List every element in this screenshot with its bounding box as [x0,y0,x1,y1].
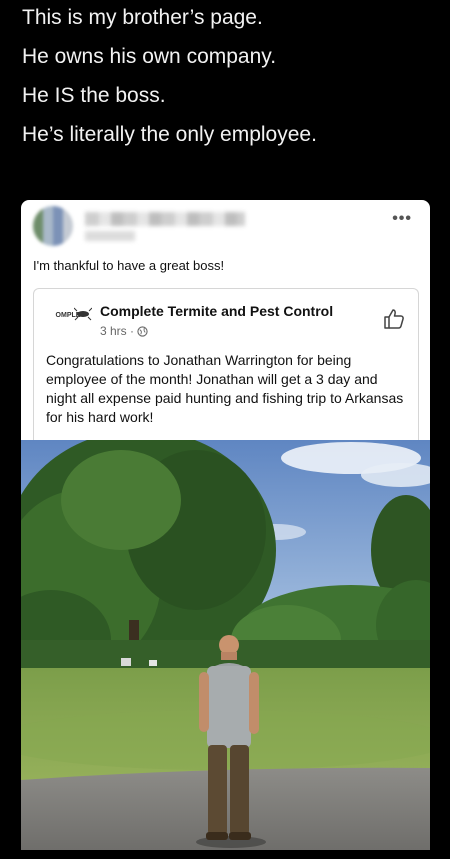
termite-icon [74,307,92,321]
poster-meta-blurred [85,231,135,241]
post-photo[interactable] [21,440,430,850]
post-text: I'm thankful to have a great boss! [33,258,225,273]
poster-name-blurred[interactable] [85,212,245,226]
shared-post: OMPLE Complete Termite and Pest Control … [33,288,419,441]
post-body: Congratulations to Jonathan Warrington f… [46,352,404,425]
caption-line-2: He owns his own company. [22,45,277,68]
avatar[interactable] [33,206,73,246]
post-time[interactable]: 3 hrs · [100,324,134,338]
company-logo[interactable]: OMPLE [44,305,92,325]
poster-header: ••• [33,206,418,248]
caption-line-1: This is my brother’s page. [22,6,263,29]
post-meta: 3 hrs · [100,324,148,338]
like-icon[interactable] [382,307,406,331]
caption: This is my brother’s page. He owns his o… [22,6,442,162]
caption-line-4: He’s literally the only employee. [22,123,317,146]
globe-icon [137,325,148,337]
page-name-link[interactable]: Complete Termite and Pest Control [100,303,333,319]
caption-line-3: He IS the boss. [22,84,166,107]
post-card: ••• I'm thankful to have a great boss! O… [21,200,430,850]
more-horizontal-icon[interactable]: ••• [392,210,412,228]
photo-scene [21,440,430,850]
